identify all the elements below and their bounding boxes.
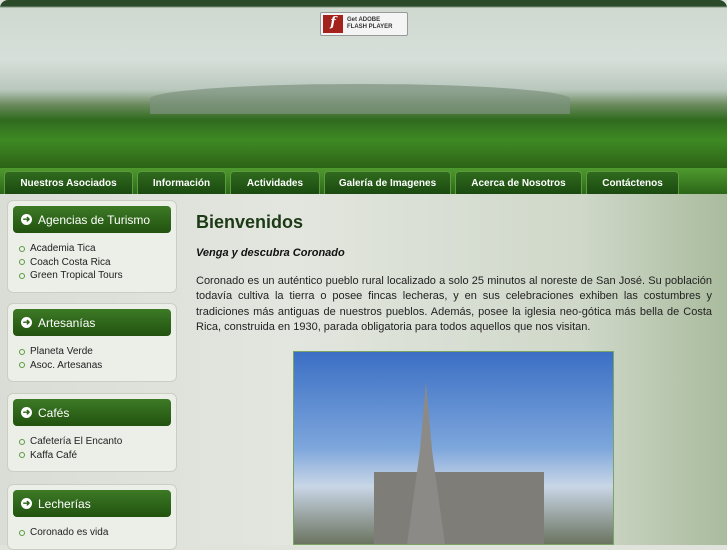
church-photo xyxy=(293,351,614,545)
arrow-right-icon: ➜ xyxy=(21,498,32,509)
sidebar-link[interactable]: Green Tropical Tours xyxy=(19,269,171,283)
bullet-icon xyxy=(19,272,25,279)
bullet-icon xyxy=(19,259,25,266)
bullet-icon xyxy=(19,438,25,445)
bullet-icon xyxy=(19,362,25,369)
nav-actividades[interactable]: Actividades xyxy=(230,171,320,194)
main-content: Bienvenidos Venga y descubra Coronado Co… xyxy=(196,212,712,335)
nav-contactenos[interactable]: Contáctenos xyxy=(586,171,679,194)
sidebar-link[interactable]: Coach Costa Rica xyxy=(19,256,171,270)
flash-line1: Get ADOBE xyxy=(347,17,381,23)
bullet-icon xyxy=(19,529,25,536)
sidebar-link[interactable]: Planeta Verde xyxy=(19,345,171,359)
bullet-icon xyxy=(19,348,25,355)
sidebar-artesanias: ➜ Artesanías Planeta Verde Asoc. Artesana… xyxy=(7,303,177,382)
bullet-icon xyxy=(19,452,25,459)
sidebar-link[interactable]: Academia Tica xyxy=(19,242,171,256)
nav-nuestros-asociados[interactable]: Nuestros Asociados xyxy=(4,171,133,194)
sidebar-link[interactable]: Kaffa Café xyxy=(19,449,171,463)
bullet-icon xyxy=(19,245,25,252)
main-nav: Nuestros Asociados Información Actividad… xyxy=(0,168,727,194)
sidebar-link[interactable]: Asoc. Artesanas xyxy=(19,359,171,373)
sidebar-cafes: ➜ Cafés Cafetería El Encanto Kaffa Café xyxy=(7,393,177,472)
nav-acerca[interactable]: Acerca de Nosotros xyxy=(455,171,582,194)
sidebar-title: Cafés xyxy=(38,405,70,420)
flash-line2: FLASH PLAYER xyxy=(347,24,393,30)
arrow-right-icon: ➜ xyxy=(21,317,32,328)
page-title: Bienvenidos xyxy=(196,212,304,232)
sidebar-title: Agencias de Turismo xyxy=(38,212,151,227)
sidebar-title: Artesanías xyxy=(38,315,96,330)
nav-informacion[interactable]: Información xyxy=(137,171,226,194)
page-subtitle: Venga y descubra Coronado xyxy=(196,247,345,259)
sidebar-link[interactable]: Coronado es vida xyxy=(19,526,171,540)
arrow-right-icon: ➜ xyxy=(21,214,32,225)
mountain-image xyxy=(150,84,570,114)
get-flash-player-button[interactable]: f Get ADOBE FLASH PLAYER xyxy=(320,12,408,36)
intro-paragraph: Coronado es un auténtico pueblo rural lo… xyxy=(196,275,712,333)
nav-galeria[interactable]: Galería de Imagenes xyxy=(324,171,451,194)
sidebar-link[interactable]: Cafetería El Encanto xyxy=(19,435,171,449)
arrow-right-icon: ➜ xyxy=(21,407,32,418)
sidebar-agencias: ➜ Agencias de Turismo Academia Tica Coach… xyxy=(7,200,177,293)
flash-icon: f xyxy=(323,15,343,33)
sidebar-title: Lecherías xyxy=(38,496,91,511)
sidebar-lecherias: ➜ Lecherías Coronado es vida xyxy=(7,484,177,550)
